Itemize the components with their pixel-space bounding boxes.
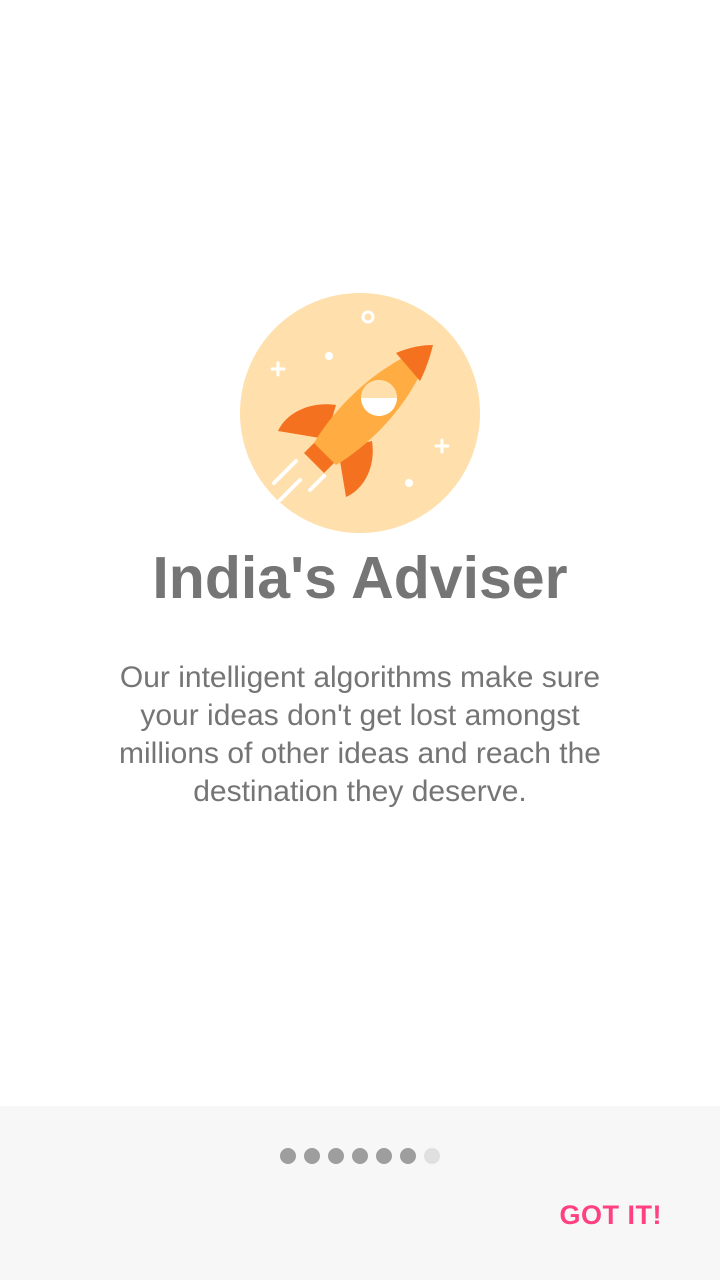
page-description: Our intelligent algorithms make sure you… [119,661,601,808]
page-indicator [0,1148,720,1164]
page-indicator-dot [424,1148,440,1164]
got-it-button[interactable]: GOT IT! [560,1200,662,1231]
rocket-illustration [240,293,480,533]
page-indicator-dot [352,1148,368,1164]
rocket-icon [240,293,480,533]
page-indicator-dot [376,1148,392,1164]
page-indicator-dot [400,1148,416,1164]
page-title: India's Adviser [152,545,568,611]
page-indicator-dot [304,1148,320,1164]
bottom-bar: GOT IT! [0,1106,720,1280]
page-indicator-dot [280,1148,296,1164]
onboarding-screen: India's Adviser Our intelligent algorith… [0,0,720,1280]
page-indicator-dot [328,1148,344,1164]
